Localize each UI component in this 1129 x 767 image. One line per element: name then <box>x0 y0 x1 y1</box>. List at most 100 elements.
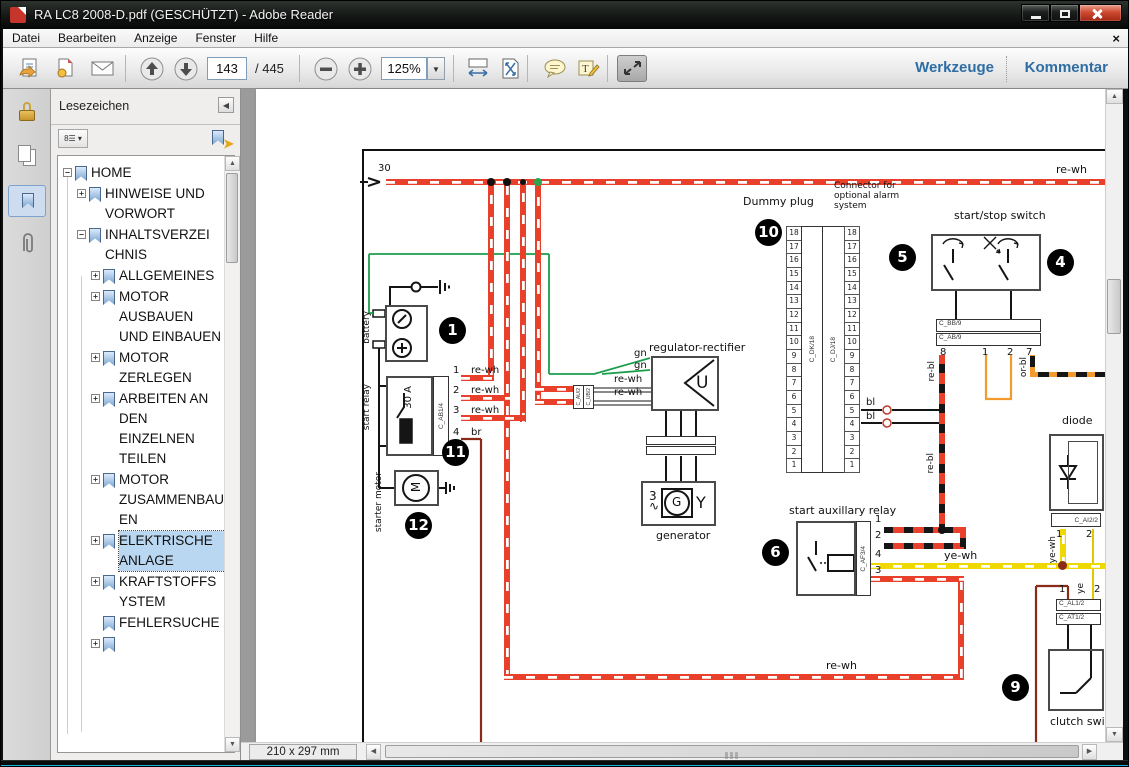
comment-panel-link[interactable]: Kommentar <box>1025 59 1108 76</box>
pin-number: 3 <box>875 565 881 576</box>
expander-icon[interactable]: − <box>77 230 86 239</box>
tilde: ∿ <box>649 499 659 513</box>
bookmark-label[interactable]: KRAFTSTOFFSYSTEM <box>119 572 225 612</box>
zoom-dropdown-button[interactable]: ▼ <box>427 57 445 80</box>
regulator-box <box>651 356 719 411</box>
expander-icon[interactable]: + <box>77 189 86 198</box>
bookmark-item-inhaltsverzeichnis[interactable]: − INHALTSVERZEICHNIS <box>60 225 234 265</box>
vertical-scrollbar[interactable]: ▲ ▼ <box>1105 89 1123 742</box>
menu-datei[interactable]: Datei <box>3 29 49 48</box>
bookmark-icon <box>103 269 115 284</box>
scrollbar-thumb[interactable] <box>226 173 238 263</box>
diagram-wire-layer <box>256 89 1105 742</box>
sticky-note-button[interactable] <box>539 55 569 82</box>
bookmark-label[interactable]: MOTOR ZUSAMMENBAUEN <box>119 470 225 530</box>
tools-panel-link[interactable]: Werkzeuge <box>915 59 994 76</box>
close-document-icon[interactable]: × <box>1112 29 1120 48</box>
page-thumbnails-button[interactable] <box>8 139 46 171</box>
bookmark-label[interactable]: ARBEITEN AN DEN EINZELNEN TEILEN <box>119 389 225 469</box>
scrollbar-thumb[interactable] <box>1107 279 1121 334</box>
dummy-plug-pin: 15 <box>845 268 859 282</box>
bookmark-item-motor-zerlegen[interactable]: + MOTOR ZERLEGEN <box>60 348 234 388</box>
expander-icon[interactable]: + <box>91 292 100 301</box>
next-page-button[interactable] <box>171 55 201 82</box>
attachments-button[interactable] <box>8 229 46 261</box>
wire-re-bl <box>939 355 945 533</box>
bookmark-label[interactable]: ALLGEMEINES <box>119 266 225 286</box>
expander-icon[interactable]: + <box>91 394 100 403</box>
scroll-right-button[interactable]: ▶ <box>1082 744 1097 760</box>
zoom-in-button[interactable] <box>345 55 375 82</box>
previous-page-button[interactable] <box>137 55 167 82</box>
security-lock-button[interactable] <box>8 97 46 129</box>
fit-page-button[interactable] <box>495 55 525 82</box>
dummy-plug-pin: 7 <box>787 377 801 391</box>
expander-icon[interactable]: + <box>91 536 100 545</box>
dummy-plug-pin: 4 <box>787 418 801 432</box>
maximize-button[interactable] <box>1050 4 1079 22</box>
scroll-left-button[interactable]: ◀ <box>366 744 381 760</box>
bookmark-label[interactable]: INHALTSVERZEICHNIS <box>105 225 211 265</box>
scroll-down-button[interactable]: ▼ <box>225 737 240 752</box>
expander-icon[interactable]: + <box>91 353 100 362</box>
scroll-down-button[interactable]: ▼ <box>1106 727 1123 742</box>
paperclip-icon <box>8 229 46 259</box>
bookmark-item-hinweise-und-vorwort[interactable]: + HINWEISE UND VORWORT <box>60 184 234 224</box>
bookmark-item-item[interactable]: + <box>60 634 234 652</box>
scroll-up-button[interactable]: ▲ <box>225 156 240 171</box>
bookmark-label[interactable]: MOTOR AUSBAUEN UND EINBAUEN <box>119 287 225 347</box>
zoom-level-input[interactable]: 125% <box>381 57 427 80</box>
collapse-panel-button[interactable]: ◀ <box>218 97 234 113</box>
expander-icon[interactable]: + <box>91 271 100 280</box>
close-button[interactable] <box>1079 4 1122 22</box>
junction-dot <box>503 178 511 186</box>
create-pdf-button[interactable] <box>51 55 81 82</box>
bookmark-item-motor-zusammenbauen[interactable]: + MOTOR ZUSAMMENBAUEN <box>60 470 234 530</box>
bookmarks-options-button[interactable]: 8☰ ▾ <box>58 129 88 148</box>
expander-icon[interactable]: + <box>91 577 100 586</box>
wire-label: bl <box>866 397 875 408</box>
email-button[interactable] <box>87 55 117 82</box>
bookmark-item-home[interactable]: − HOME <box>60 163 234 183</box>
zoom-out-button[interactable] <box>311 55 341 82</box>
highlight-text-icon: T <box>576 57 602 81</box>
page-number-input[interactable]: 143 <box>207 57 247 80</box>
scroll-up-button[interactable]: ▲ <box>1106 89 1123 104</box>
fullscreen-button[interactable] <box>617 55 647 82</box>
open-file-button[interactable] <box>15 55 45 82</box>
bookmark-item-allgemeines[interactable]: + ALLGEMEINES <box>60 266 234 286</box>
dummy-plug-pins-right: 181716151413121110987654321 <box>844 226 860 473</box>
dummy-plug-pin: 11 <box>787 323 801 337</box>
bookmark-item-kraftstoffsystem[interactable]: + KRAFTSTOFFSYSTEM <box>60 572 234 612</box>
menu-bearbeiten[interactable]: Bearbeiten <box>49 29 125 48</box>
callout-badge: 9 <box>1002 674 1029 701</box>
menu-anzeige[interactable]: Anzeige <box>125 29 186 48</box>
fit-width-button[interactable] <box>463 55 493 82</box>
expander-icon[interactable]: + <box>91 639 100 648</box>
dummy-plug-pin: 7 <box>845 377 859 391</box>
text-annotation-button[interactable]: T <box>573 55 603 82</box>
bookmarks-button[interactable] <box>8 185 46 217</box>
bookmark-item-arbeiten-an-den-einzelnen-teilen[interactable]: + ARBEITEN AN DEN EINZELNEN TEILEN <box>60 389 234 469</box>
pin-number: 1 <box>1059 584 1065 595</box>
bookmark-label[interactable]: MOTOR ZERLEGEN <box>119 348 225 388</box>
minimize-button[interactable] <box>1021 4 1050 22</box>
wire-label: ye-wh <box>944 549 977 562</box>
bookmark-item-elektrische-anlage[interactable]: + ELEKTRISCHE ANLAGE <box>60 531 234 571</box>
menu-hilfe[interactable]: Hilfe <box>245 29 287 48</box>
bookmark-label[interactable]: HINWEISE UND VORWORT <box>105 184 211 224</box>
menu-fenster[interactable]: Fenster <box>186 29 245 48</box>
jump-to-bookmark-button[interactable]: ➤ <box>212 128 232 148</box>
bookmark-item-fehlersuche[interactable]: FEHLERSUCHE <box>60 613 234 633</box>
expander-icon[interactable]: − <box>63 168 72 177</box>
wire-label: re-wh <box>826 659 857 672</box>
scrollbar-thumb[interactable]: ⦀⦀⦀ <box>385 745 1079 758</box>
bookmark-item-motor-ausbauen-und-einbauen[interactable]: + MOTOR AUSBAUEN UND EINBAUEN <box>60 287 234 347</box>
bookmark-label[interactable]: ELEKTRISCHE ANLAGE <box>119 531 225 571</box>
bookmark-label[interactable]: FEHLERSUCHE <box>119 613 225 633</box>
wire-re-wh-thin <box>593 400 651 406</box>
bookmarks-scrollbar[interactable]: ▲ ▼ <box>224 156 239 752</box>
adobe-reader-icon[interactable] <box>10 7 26 23</box>
expander-icon[interactable]: + <box>91 475 100 484</box>
bookmark-label[interactable]: HOME <box>91 163 197 183</box>
